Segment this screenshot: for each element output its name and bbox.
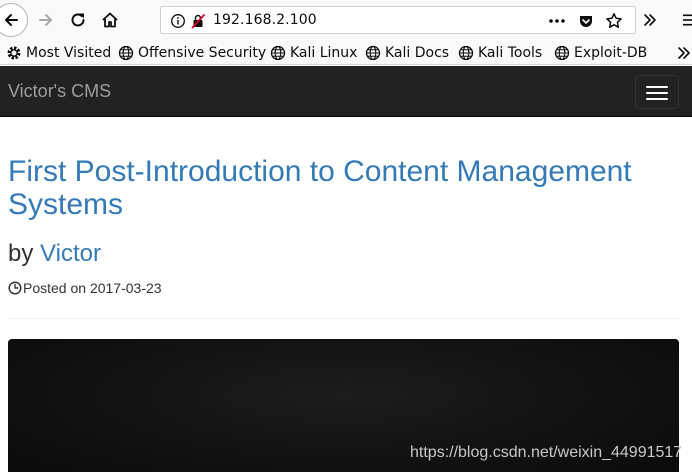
bookmark-label: Most Visited: [26, 45, 112, 61]
globe-icon: [554, 45, 570, 61]
globe-icon: [118, 45, 134, 61]
bookmarks-toolbar: Most Visited Offensive Security Kali Lin…: [0, 40, 692, 65]
author-link[interactable]: Victor: [40, 240, 101, 267]
watermark-text: https://blog.csdn.net/weixin_44991517: [410, 444, 683, 461]
page-actions-button[interactable]: [547, 11, 567, 31]
arrow-right-icon: [39, 14, 52, 26]
star-icon: [606, 13, 622, 28]
bookmark-kali-linux[interactable]: Kali Linux: [270, 43, 357, 63]
overflow-button[interactable]: [636, 6, 664, 34]
info-icon[interactable]: [168, 11, 188, 31]
insecure-lock-icon[interactable]: [188, 11, 208, 31]
hamburger-icon: [646, 98, 668, 100]
url-text[interactable]: 192.168.2.100: [213, 12, 317, 28]
pocket-button[interactable]: [576, 11, 596, 31]
home-button[interactable]: [96, 6, 124, 34]
bookmark-offensive-security[interactable]: Offensive Security: [118, 43, 266, 63]
clock-icon: [8, 281, 22, 295]
globe-icon: [365, 45, 381, 61]
hamburger-icon: [683, 14, 692, 26]
menu-button[interactable]: [676, 6, 692, 34]
bookmark-most-visited[interactable]: Most Visited: [6, 43, 111, 63]
bookmark-label: Kali Docs: [385, 45, 450, 61]
bookmark-kali-tools[interactable]: Kali Tools: [458, 43, 542, 63]
post-title-link[interactable]: First Post-Introduction to Content Manag…: [8, 155, 668, 221]
navbar-toggle-button[interactable]: [635, 75, 679, 109]
globe-icon: [270, 45, 286, 61]
bookmark-label: Exploit-DB: [574, 45, 648, 61]
bookmark-star-button[interactable]: [604, 11, 624, 31]
bookmark-label: Kali Tools: [478, 45, 543, 61]
globe-icon: [458, 45, 474, 61]
byline-prefix: by: [8, 240, 34, 267]
browser-toolbar: 192.168.2.100: [0, 0, 692, 40]
forward-button[interactable]: [32, 6, 60, 34]
double-chevron-right-icon: [678, 47, 690, 59]
bookmark-kali-docs[interactable]: Kali Docs: [365, 43, 449, 63]
post-date: Posted on 2017-03-23: [8, 280, 162, 296]
bookmarks-overflow-button[interactable]: [676, 43, 692, 63]
pocket-icon: [580, 16, 592, 27]
post-byline: by Victor: [8, 240, 101, 268]
reload-button[interactable]: [64, 6, 92, 34]
hamburger-icon: [646, 86, 668, 88]
site-navbar: Victor's CMS: [0, 66, 692, 117]
content-divider: [8, 318, 680, 319]
posted-label: Posted on 2017-03-23: [23, 280, 162, 296]
double-chevron-right-icon: [644, 14, 656, 26]
home-icon: [102, 12, 118, 28]
url-bar[interactable]: 192.168.2.100: [160, 6, 636, 34]
bookmark-label: Offensive Security: [138, 45, 267, 61]
back-button[interactable]: [0, 3, 28, 37]
site-brand[interactable]: Victor's CMS: [8, 81, 111, 102]
gear-icon: [7, 46, 21, 60]
hamburger-icon: [646, 92, 668, 94]
bookmark-exploit-db[interactable]: Exploit-DB: [554, 43, 647, 63]
arrow-left-icon: [5, 14, 18, 26]
reload-icon: [71, 13, 85, 27]
more-dots-icon: [549, 19, 565, 23]
bookmark-label: Kali Linux: [290, 45, 358, 61]
